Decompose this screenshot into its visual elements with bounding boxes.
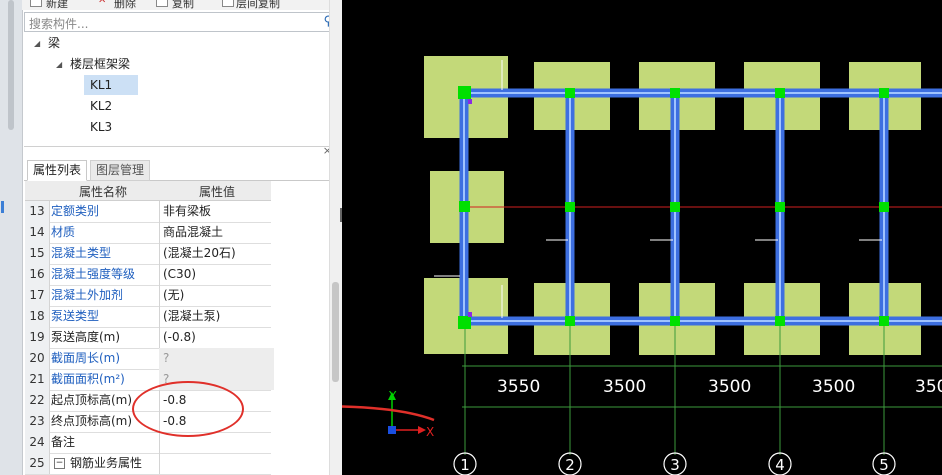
panel-titlebar: × bbox=[24, 144, 338, 159]
annotation-ellipse bbox=[132, 381, 244, 437]
axis-label: 4 bbox=[775, 456, 785, 474]
table-row[interactable]: 21 截面面积(m²) ? bbox=[25, 369, 274, 391]
ucs-y-label: Y bbox=[388, 389, 397, 403]
property-name: 混凝土强度等级 bbox=[50, 264, 160, 285]
property-value[interactable]: (混凝土泵) bbox=[159, 306, 274, 327]
left-dock-strip bbox=[0, 0, 23, 475]
property-name: 混凝土外加剂 bbox=[50, 285, 160, 306]
delete-button[interactable]: 删除 bbox=[114, 0, 136, 10]
component-tree: ◢ 梁 ◢ 楼层框架梁 KL1 KL2 KL3 bbox=[24, 33, 338, 143]
table-row[interactable]: 16 混凝土强度等级 (C30) bbox=[25, 264, 271, 286]
dimension-label: 3550 bbox=[497, 377, 540, 397]
row-number: 16 bbox=[25, 264, 50, 285]
component-panel: 新建 ✕ 删除 复制 层间复制 搜索构件... ⚲ ◢ 梁 ◢ 楼层框架梁 KL… bbox=[0, 0, 342, 475]
tree-item-kl3[interactable]: KL3 bbox=[84, 117, 112, 137]
table-row[interactable]: 17 混凝土外加剂 (无) bbox=[25, 285, 271, 307]
table-row[interactable]: 14 材质 商品混凝土 bbox=[25, 222, 271, 244]
table-row[interactable]: 13 定额类别 非有梁板 bbox=[25, 201, 271, 223]
property-name: 混凝土类型 bbox=[50, 243, 160, 264]
collapse-icon[interactable]: ◢ bbox=[34, 39, 40, 48]
row-number: 17 bbox=[25, 285, 50, 306]
new-icon bbox=[30, 0, 42, 7]
header-property-name: 属性名称 bbox=[79, 185, 128, 199]
row-number: 24 bbox=[25, 432, 50, 453]
row-number: 13 bbox=[25, 201, 50, 222]
dimension-label: 350 bbox=[915, 377, 942, 397]
dock-indicator bbox=[1, 201, 4, 213]
row-number: 18 bbox=[25, 306, 50, 327]
cad-canvas[interactable]: 3550 3500 3500 3500 350 1 2 3 4 5 bbox=[342, 0, 942, 475]
axis-bubble-labels: 1 2 3 4 5 bbox=[460, 456, 889, 474]
axis-label: 5 bbox=[879, 456, 889, 474]
row-number: 22 bbox=[25, 390, 50, 411]
tree-item-kl1[interactable]: KL1 bbox=[84, 75, 138, 95]
dimension-texts: 3550 3500 3500 3500 350 bbox=[497, 377, 942, 397]
tab-layer-manager[interactable]: 图层管理 bbox=[90, 160, 151, 181]
property-value[interactable]: (-0.8) bbox=[159, 327, 274, 348]
tab-property-list[interactable]: 属性列表 bbox=[27, 160, 88, 181]
property-name: 泵送类型 bbox=[50, 306, 160, 327]
tree-item-kl2[interactable]: KL2 bbox=[84, 96, 112, 116]
property-name: 材质 bbox=[50, 222, 160, 243]
panel-tabs: 属性列表 图层管理 bbox=[24, 160, 329, 181]
axis-label: 1 bbox=[460, 456, 470, 474]
row-number: 23 bbox=[25, 411, 50, 432]
property-value[interactable]: 商品混凝土 bbox=[159, 222, 274, 243]
collapse-icon[interactable]: ◢ bbox=[56, 60, 62, 69]
copy-button[interactable]: 复制 bbox=[172, 0, 194, 10]
collapse-icon[interactable]: − bbox=[54, 458, 65, 469]
header-property-value: 属性值 bbox=[199, 185, 236, 199]
component-search[interactable]: 搜索构件... ⚲ bbox=[24, 12, 338, 32]
row-number: 21 bbox=[25, 369, 50, 390]
property-value[interactable]: (混凝土20石) bbox=[159, 243, 274, 264]
property-name: 泵送高度(m) bbox=[50, 327, 160, 348]
floor-copy-button[interactable]: 层间复制 bbox=[236, 0, 280, 10]
dimension-label: 3500 bbox=[812, 377, 855, 397]
table-row[interactable]: 25 钢筋业务属性 − bbox=[25, 453, 271, 475]
table-row[interactable]: 20 截面周长(m) ? bbox=[25, 348, 274, 370]
property-name: 备注 bbox=[50, 432, 160, 453]
dimension-label: 3500 bbox=[603, 377, 646, 397]
tree-node-frame-beam[interactable]: 楼层框架梁 bbox=[70, 54, 130, 74]
table-row[interactable]: 24 备注 bbox=[25, 432, 271, 454]
property-value[interactable]: 非有梁板 bbox=[159, 201, 274, 222]
new-button[interactable]: 新建 bbox=[46, 0, 68, 10]
axis-label: 3 bbox=[670, 456, 680, 474]
property-name: 定额类别 bbox=[50, 201, 160, 222]
search-input[interactable]: 搜索构件... bbox=[29, 15, 88, 32]
floor-copy-icon bbox=[222, 0, 234, 7]
property-group-name: 钢筋业务属性 bbox=[50, 453, 160, 474]
drawing-svg[interactable]: 3550 3500 3500 3500 350 1 2 3 4 5 bbox=[342, 0, 942, 475]
table-row[interactable]: 18 泵送类型 (混凝土泵) bbox=[25, 306, 271, 328]
table-row[interactable]: 19 泵送高度(m) (-0.8) bbox=[25, 327, 271, 349]
property-value bbox=[159, 453, 274, 474]
copy-icon bbox=[156, 0, 168, 7]
component-toolbar: 新建 ✕ 删除 复制 层间复制 bbox=[22, 0, 340, 10]
row-number: 19 bbox=[25, 327, 50, 348]
row-number: 15 bbox=[25, 243, 50, 264]
row-number: 25 bbox=[25, 453, 50, 474]
property-value[interactable]: (无) bbox=[159, 285, 274, 306]
property-scrollbar[interactable] bbox=[329, 0, 342, 475]
row-number: 14 bbox=[25, 222, 50, 243]
property-name: 截面面积(m²) bbox=[50, 369, 160, 390]
delete-icon: ✕ bbox=[98, 0, 107, 6]
property-name: 截面周长(m) bbox=[50, 348, 160, 369]
dimension-label: 3500 bbox=[708, 377, 751, 397]
axis-label: 2 bbox=[565, 456, 575, 474]
annotation-arrow bbox=[342, 405, 435, 422]
grid-header: 属性名称 属性值 bbox=[25, 181, 271, 201]
dock-scroll-thumb[interactable] bbox=[8, 0, 14, 130]
table-row[interactable]: 15 混凝土类型 (混凝土20石) bbox=[25, 243, 271, 265]
row-number: 20 bbox=[25, 348, 50, 369]
scroll-thumb[interactable] bbox=[332, 282, 339, 382]
property-value: ? bbox=[159, 348, 274, 369]
property-value[interactable]: (C30) bbox=[159, 264, 274, 285]
ucs-x-label: X bbox=[426, 425, 434, 439]
tree-node-beam[interactable]: 梁 bbox=[48, 33, 60, 53]
